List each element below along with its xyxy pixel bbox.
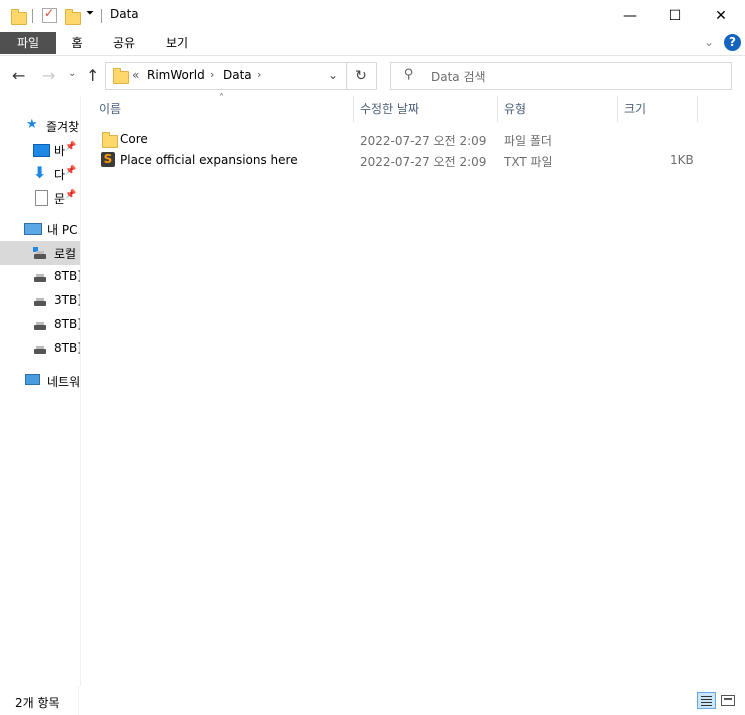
item-count: 2개 항목 (15, 696, 60, 710)
nav-label: 다 (54, 168, 66, 182)
search-icon: ⚲ (404, 67, 414, 82)
forward-arrow-icon[interactable]: → (42, 66, 55, 85)
download-arrow-icon: ⬇ (33, 163, 47, 182)
window-title: Data (110, 7, 139, 21)
tab-share[interactable]: 공유 (104, 32, 144, 54)
chevron-right-icon[interactable]: › (210, 68, 214, 81)
nav-pinned-desktop[interactable]: 바 📌 (0, 138, 80, 162)
drive-icon (34, 346, 46, 354)
star-icon: ★ (26, 117, 38, 132)
nav-label: 8TB] (54, 269, 81, 283)
folder-icon (113, 68, 129, 84)
up-arrow-icon[interactable]: ↑ (86, 66, 99, 85)
refresh-icon: ↻ (355, 68, 367, 84)
nav-drive[interactable]: 8TB] (0, 313, 80, 337)
computer-icon (24, 223, 42, 235)
network-icon (25, 374, 40, 385)
customize-quick-access-icon[interactable]: ⏷ (86, 8, 94, 19)
sublime-text-file-icon: S (101, 152, 115, 167)
file-name: Place official expansions here (120, 153, 298, 167)
file-date: 2022-07-27 오전 2:09 (360, 134, 487, 148)
drive-icon (34, 298, 46, 306)
nav-local-disk[interactable]: 로컬 (0, 241, 80, 265)
refresh-button[interactable]: ↻ (346, 62, 377, 90)
navigation-pane: ★ 즐겨찾 바 📌 ⬇ 다 📌 문 📌 내 PC 로컬 8TB] 3TB] 8T… (0, 96, 81, 686)
nav-pinned-downloads[interactable]: ⬇ 다 📌 (0, 162, 80, 186)
tab-home[interactable]: 홈 (62, 32, 92, 54)
tab-file[interactable]: 파일 (0, 32, 56, 54)
folder-icon (102, 132, 118, 148)
breadcrumb-rimworld[interactable]: RimWorld (147, 68, 205, 82)
nav-drive[interactable]: 8TB] (0, 265, 80, 289)
title-bar: ✓ ⏷ Data — ☐ ✕ (0, 0, 745, 31)
help-icon[interactable]: ? (724, 34, 741, 51)
pin-icon: 📌 (65, 142, 77, 152)
column-divider[interactable] (697, 96, 698, 122)
overflow-breadcrumb[interactable]: « (132, 68, 139, 82)
nav-quick-access[interactable]: ★ 즐겨찾 (0, 114, 80, 138)
breadcrumb-data[interactable]: Data (223, 68, 252, 82)
details-view-icon[interactable] (697, 692, 716, 709)
nav-label: 로컬 (54, 247, 77, 261)
back-arrow-icon[interactable]: ← (12, 66, 25, 85)
file-name: Core (120, 132, 148, 146)
document-icon (35, 190, 48, 206)
file-type: TXT 파일 (504, 155, 553, 169)
file-row[interactable]: Core 2022-07-27 오전 2:09 파일 폴더 (97, 129, 697, 150)
divider (78, 686, 79, 715)
nav-drive[interactable]: 3TB] (0, 289, 80, 313)
recent-locations-icon[interactable]: ⌄ (68, 68, 76, 79)
nav-label: 즐겨찾 (46, 120, 80, 134)
nav-pinned-documents[interactable]: 문 📌 (0, 186, 80, 210)
separator (32, 9, 33, 23)
drive-icon (34, 274, 46, 282)
file-type: 파일 폴더 (504, 134, 552, 148)
status-bar: 2개 항목 (0, 686, 745, 715)
nav-label: 8TB] (54, 317, 81, 331)
nav-network[interactable]: 네트워 (0, 369, 80, 393)
close-button[interactable]: ✕ (698, 0, 744, 31)
drive-icon (34, 251, 46, 259)
new-folder-icon[interactable] (65, 9, 81, 25)
nav-label: 네트워 (47, 375, 81, 389)
address-dropdown-icon[interactable]: ⌄ (328, 68, 338, 82)
drive-icon (34, 322, 46, 330)
file-row[interactable]: S Place official expansions here 2022-07… (97, 150, 697, 171)
ribbon-tabs: 파일 홈 공유 보기 ⌄ ? (0, 31, 745, 56)
nav-label: 8TB] (54, 341, 81, 355)
minimize-button[interactable]: — (607, 0, 653, 31)
column-header-name[interactable]: 이름 (92, 96, 353, 122)
tab-view[interactable]: 보기 (157, 32, 197, 54)
maximize-button[interactable]: ☐ (652, 0, 698, 31)
address-bar[interactable]: « RimWorld › Data › ⌄ (105, 62, 347, 90)
large-icons-view-icon[interactable] (721, 695, 735, 706)
file-date: 2022-07-27 오전 2:09 (360, 155, 487, 169)
nav-drive[interactable]: 8TB] (0, 337, 80, 361)
column-header-size[interactable]: 크기 (617, 96, 697, 122)
folder-icon (11, 9, 27, 25)
chevron-right-icon[interactable]: › (257, 68, 261, 81)
separator (101, 9, 102, 23)
nav-label: 3TB] (54, 293, 81, 307)
pin-icon: 📌 (65, 166, 77, 176)
expand-ribbon-icon[interactable]: ⌄ (704, 35, 714, 49)
search-input[interactable]: Data 검색 (431, 68, 486, 85)
column-header-type[interactable]: 유형 (497, 96, 617, 122)
nav-label: 내 PC (47, 223, 78, 237)
desktop-icon (33, 144, 50, 157)
nav-this-pc[interactable]: 내 PC (0, 217, 80, 241)
nav-label: 문 (54, 192, 66, 206)
file-size: 1KB (670, 153, 694, 167)
nav-label: 바 (54, 144, 66, 158)
properties-icon[interactable]: ✓ (42, 6, 57, 23)
search-box[interactable]: ⚲ Data 검색 (390, 62, 732, 90)
column-header-date[interactable]: 수정한 날짜 (353, 96, 497, 122)
pin-icon: 📌 (65, 190, 77, 200)
